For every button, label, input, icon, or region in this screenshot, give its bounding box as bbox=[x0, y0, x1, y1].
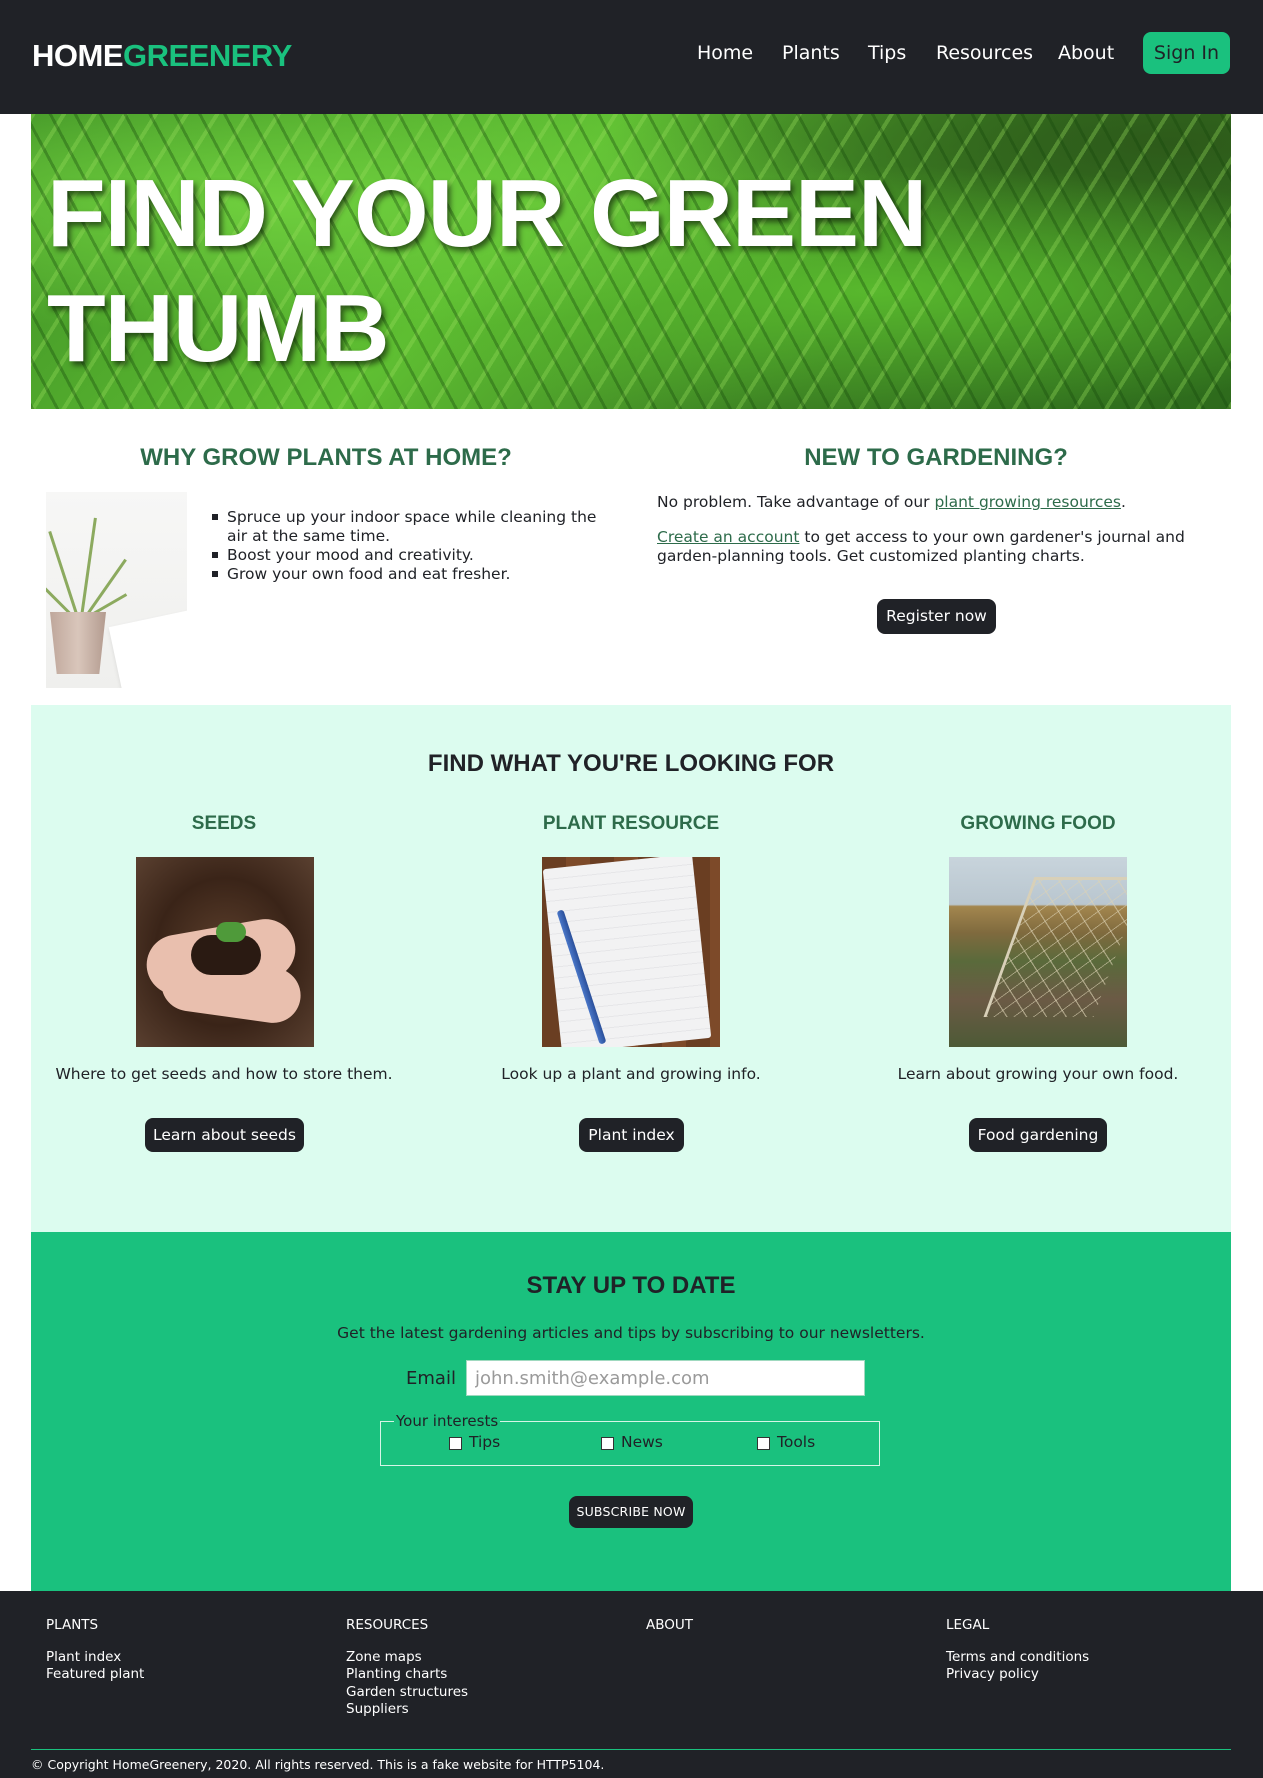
site-footer: PLANTS Plant index Featured plant RESOUR… bbox=[0, 1591, 1263, 1778]
learn-about-seeds-button[interactable]: Learn about seeds bbox=[145, 1118, 304, 1152]
list-item: Spruce up your indoor space while cleani… bbox=[209, 508, 609, 546]
plant-index-button[interactable]: Plant index bbox=[579, 1118, 684, 1152]
new-to-gardening-heading: NEW TO GARDENING? bbox=[804, 444, 1068, 471]
book-shape bbox=[108, 608, 187, 688]
footer-link-suppliers[interactable]: Suppliers bbox=[346, 1701, 409, 1718]
plant-resource-heading: PLANT RESOURCE bbox=[542, 813, 720, 834]
pot-shape bbox=[50, 612, 106, 674]
hero-title-line2: THUMB bbox=[47, 275, 390, 382]
plant-resources-link[interactable]: plant growing resources bbox=[934, 493, 1121, 511]
main-nav: Home Plants Tips Resources About bbox=[0, 42, 1263, 72]
why-grow-heading: WHY GROW PLANTS AT HOME? bbox=[140, 444, 512, 471]
newsletter-heading: STAY UP TO DATE bbox=[526, 1272, 736, 1299]
intro-text: No problem. Take advantage of our bbox=[657, 493, 935, 511]
find-section: FIND WHAT YOU'RE LOOKING FOR SEEDS Where… bbox=[31, 705, 1231, 1232]
tools-checkbox-label[interactable]: Tools bbox=[777, 1433, 815, 1451]
newsletter-section: STAY UP TO DATE Get the latest gardening… bbox=[31, 1232, 1231, 1591]
interests-legend: Your interests bbox=[394, 1412, 501, 1430]
sign-in-button[interactable]: Sign In bbox=[1143, 32, 1230, 74]
growing-food-description: Learn about growing your own food. bbox=[897, 1065, 1179, 1083]
nav-about[interactable]: About bbox=[1058, 42, 1114, 64]
footer-link-privacy[interactable]: Privacy policy bbox=[946, 1666, 1039, 1683]
plant-resource-description: Look up a plant and growing info. bbox=[501, 1065, 761, 1083]
tips-checkbox[interactable] bbox=[449, 1437, 462, 1450]
seeds-image bbox=[136, 857, 314, 1047]
intro-end: . bbox=[1120, 493, 1126, 511]
seedling-shape bbox=[216, 922, 246, 942]
footer-heading-plants: PLANTS bbox=[46, 1617, 99, 1633]
hero-title-line1: FIND YOUR GREEN bbox=[47, 160, 927, 267]
footer-link-terms[interactable]: Terms and conditions bbox=[946, 1649, 1089, 1666]
site-header: HOMEGREENERY Home Plants Tips Resources … bbox=[0, 0, 1263, 114]
nav-tips[interactable]: Tips bbox=[868, 42, 906, 64]
footer-heading-about[interactable]: ABOUT bbox=[646, 1617, 693, 1633]
tools-checkbox[interactable] bbox=[757, 1437, 770, 1450]
subscribe-now-button[interactable]: SUBSCRIBE NOW bbox=[569, 1496, 693, 1528]
aloe-plant-image bbox=[46, 492, 187, 688]
nav-plants[interactable]: Plants bbox=[782, 42, 840, 64]
notebook-page-shape bbox=[542, 857, 712, 1047]
list-item: Boost your mood and creativity. bbox=[209, 546, 609, 565]
email-field[interactable] bbox=[466, 1360, 865, 1396]
news-checkbox[interactable] bbox=[601, 1437, 614, 1450]
newsletter-subtitle: Get the latest gardening articles and ti… bbox=[337, 1324, 925, 1342]
footer-link-plant-index[interactable]: Plant index bbox=[46, 1649, 121, 1666]
create-account-text: Create an account to get access to your … bbox=[657, 528, 1227, 566]
footer-link-featured-plant[interactable]: Featured plant bbox=[46, 1666, 144, 1683]
hero-title: FIND YOUR GREEN THUMB bbox=[47, 156, 947, 386]
list-item: Grow your own food and eat fresher. bbox=[209, 565, 609, 584]
nav-resources[interactable]: Resources bbox=[936, 42, 1033, 64]
seeds-description: Where to get seeds and how to store them… bbox=[55, 1065, 393, 1083]
news-checkbox-label[interactable]: News bbox=[621, 1433, 663, 1451]
leaf-shape bbox=[84, 558, 127, 618]
growing-food-heading: GROWING FOOD bbox=[960, 813, 1116, 834]
email-label: Email bbox=[406, 1368, 456, 1389]
trellis-shape bbox=[983, 877, 1127, 1017]
garden-image bbox=[949, 857, 1127, 1047]
copyright-text: © Copyright HomeGreenery, 2020. All righ… bbox=[31, 1757, 605, 1772]
nav-home[interactable]: Home bbox=[697, 42, 753, 64]
footer-link-planting-charts[interactable]: Planting charts bbox=[346, 1666, 447, 1683]
footer-heading-legal: LEGAL bbox=[946, 1617, 990, 1633]
tips-checkbox-label[interactable]: Tips bbox=[469, 1433, 500, 1451]
benefits-list: Spruce up your indoor space while cleani… bbox=[209, 508, 609, 584]
footer-link-garden-structures[interactable]: Garden structures bbox=[346, 1684, 468, 1701]
seeds-heading: SEEDS bbox=[191, 813, 257, 834]
new-to-gardening-intro: No problem. Take advantage of our plant … bbox=[657, 493, 1227, 512]
footer-heading-resources: RESOURCES bbox=[346, 1617, 429, 1633]
notebook-image bbox=[542, 857, 720, 1047]
create-account-link[interactable]: Create an account bbox=[657, 528, 799, 546]
register-now-button[interactable]: Register now bbox=[877, 599, 996, 634]
footer-divider bbox=[31, 1749, 1231, 1750]
footer-link-zone-maps[interactable]: Zone maps bbox=[346, 1649, 422, 1666]
food-gardening-button[interactable]: Food gardening bbox=[969, 1118, 1107, 1152]
find-heading: FIND WHAT YOU'RE LOOKING FOR bbox=[427, 750, 835, 777]
hero-banner: FIND YOUR GREEN THUMB bbox=[31, 114, 1231, 409]
